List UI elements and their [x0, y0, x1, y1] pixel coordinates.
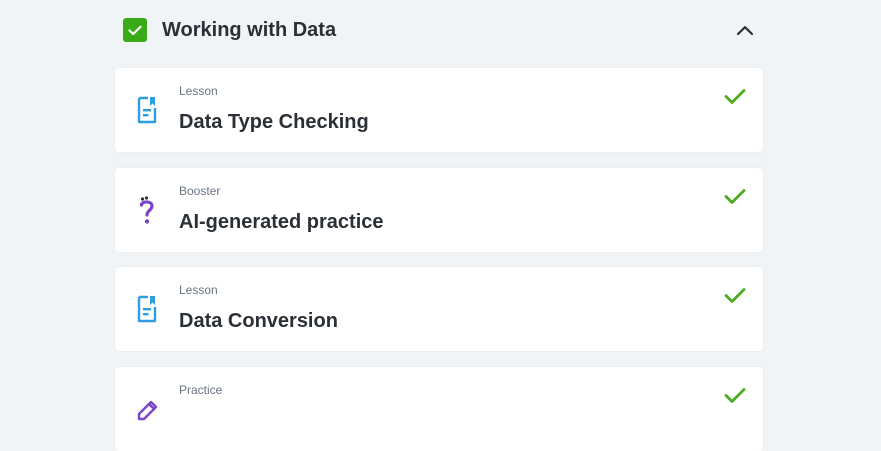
item-type-label: Practice	[179, 383, 223, 397]
item-type-label: Lesson	[179, 84, 218, 98]
item-title: Data Type Checking	[179, 111, 369, 133]
lesson-icon	[135, 293, 159, 325]
item-title: AI-generated practice	[179, 211, 384, 233]
list-item-practice[interactable]: Practice	[115, 367, 763, 451]
lesson-icon	[135, 94, 159, 126]
completed-check-icon	[723, 186, 747, 206]
section-header: Working with Data	[123, 18, 763, 42]
completed-check-icon	[723, 385, 747, 405]
list-item-data-type-checking[interactable]: Lesson Data Type Checking	[115, 68, 763, 152]
list-item-ai-generated-practice[interactable]: Booster AI-generated practice	[115, 168, 763, 252]
section-completed-check-icon	[123, 18, 147, 42]
pencil-icon	[135, 393, 159, 425]
collapse-chevron-up-icon[interactable]	[733, 20, 757, 40]
completed-check-icon	[723, 285, 747, 305]
item-type-label: Booster	[179, 184, 221, 198]
list-item-data-conversion[interactable]: Lesson Data Conversion	[115, 267, 763, 351]
item-type-label: Lesson	[179, 283, 218, 297]
completed-check-icon	[723, 86, 747, 106]
question-mark-icon	[135, 194, 159, 226]
item-title: Data Conversion	[179, 310, 338, 332]
section-title: Working with Data	[162, 19, 337, 41]
